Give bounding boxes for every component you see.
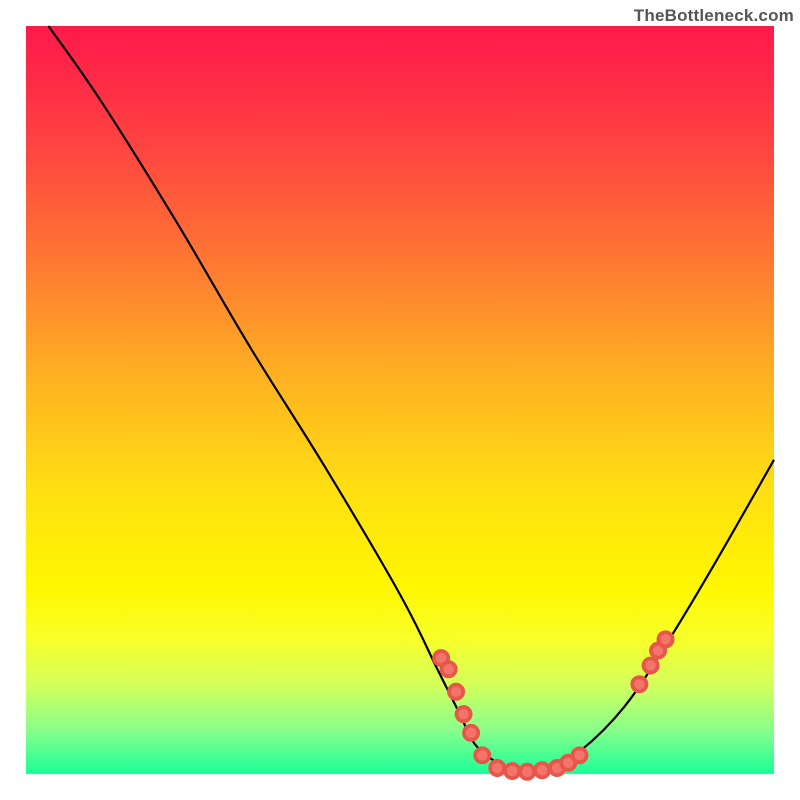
chart-frame bbox=[26, 26, 774, 774]
chart-container: TheBottleneck.com bbox=[0, 0, 800, 800]
watermark-text: TheBottleneck.com bbox=[634, 6, 794, 26]
